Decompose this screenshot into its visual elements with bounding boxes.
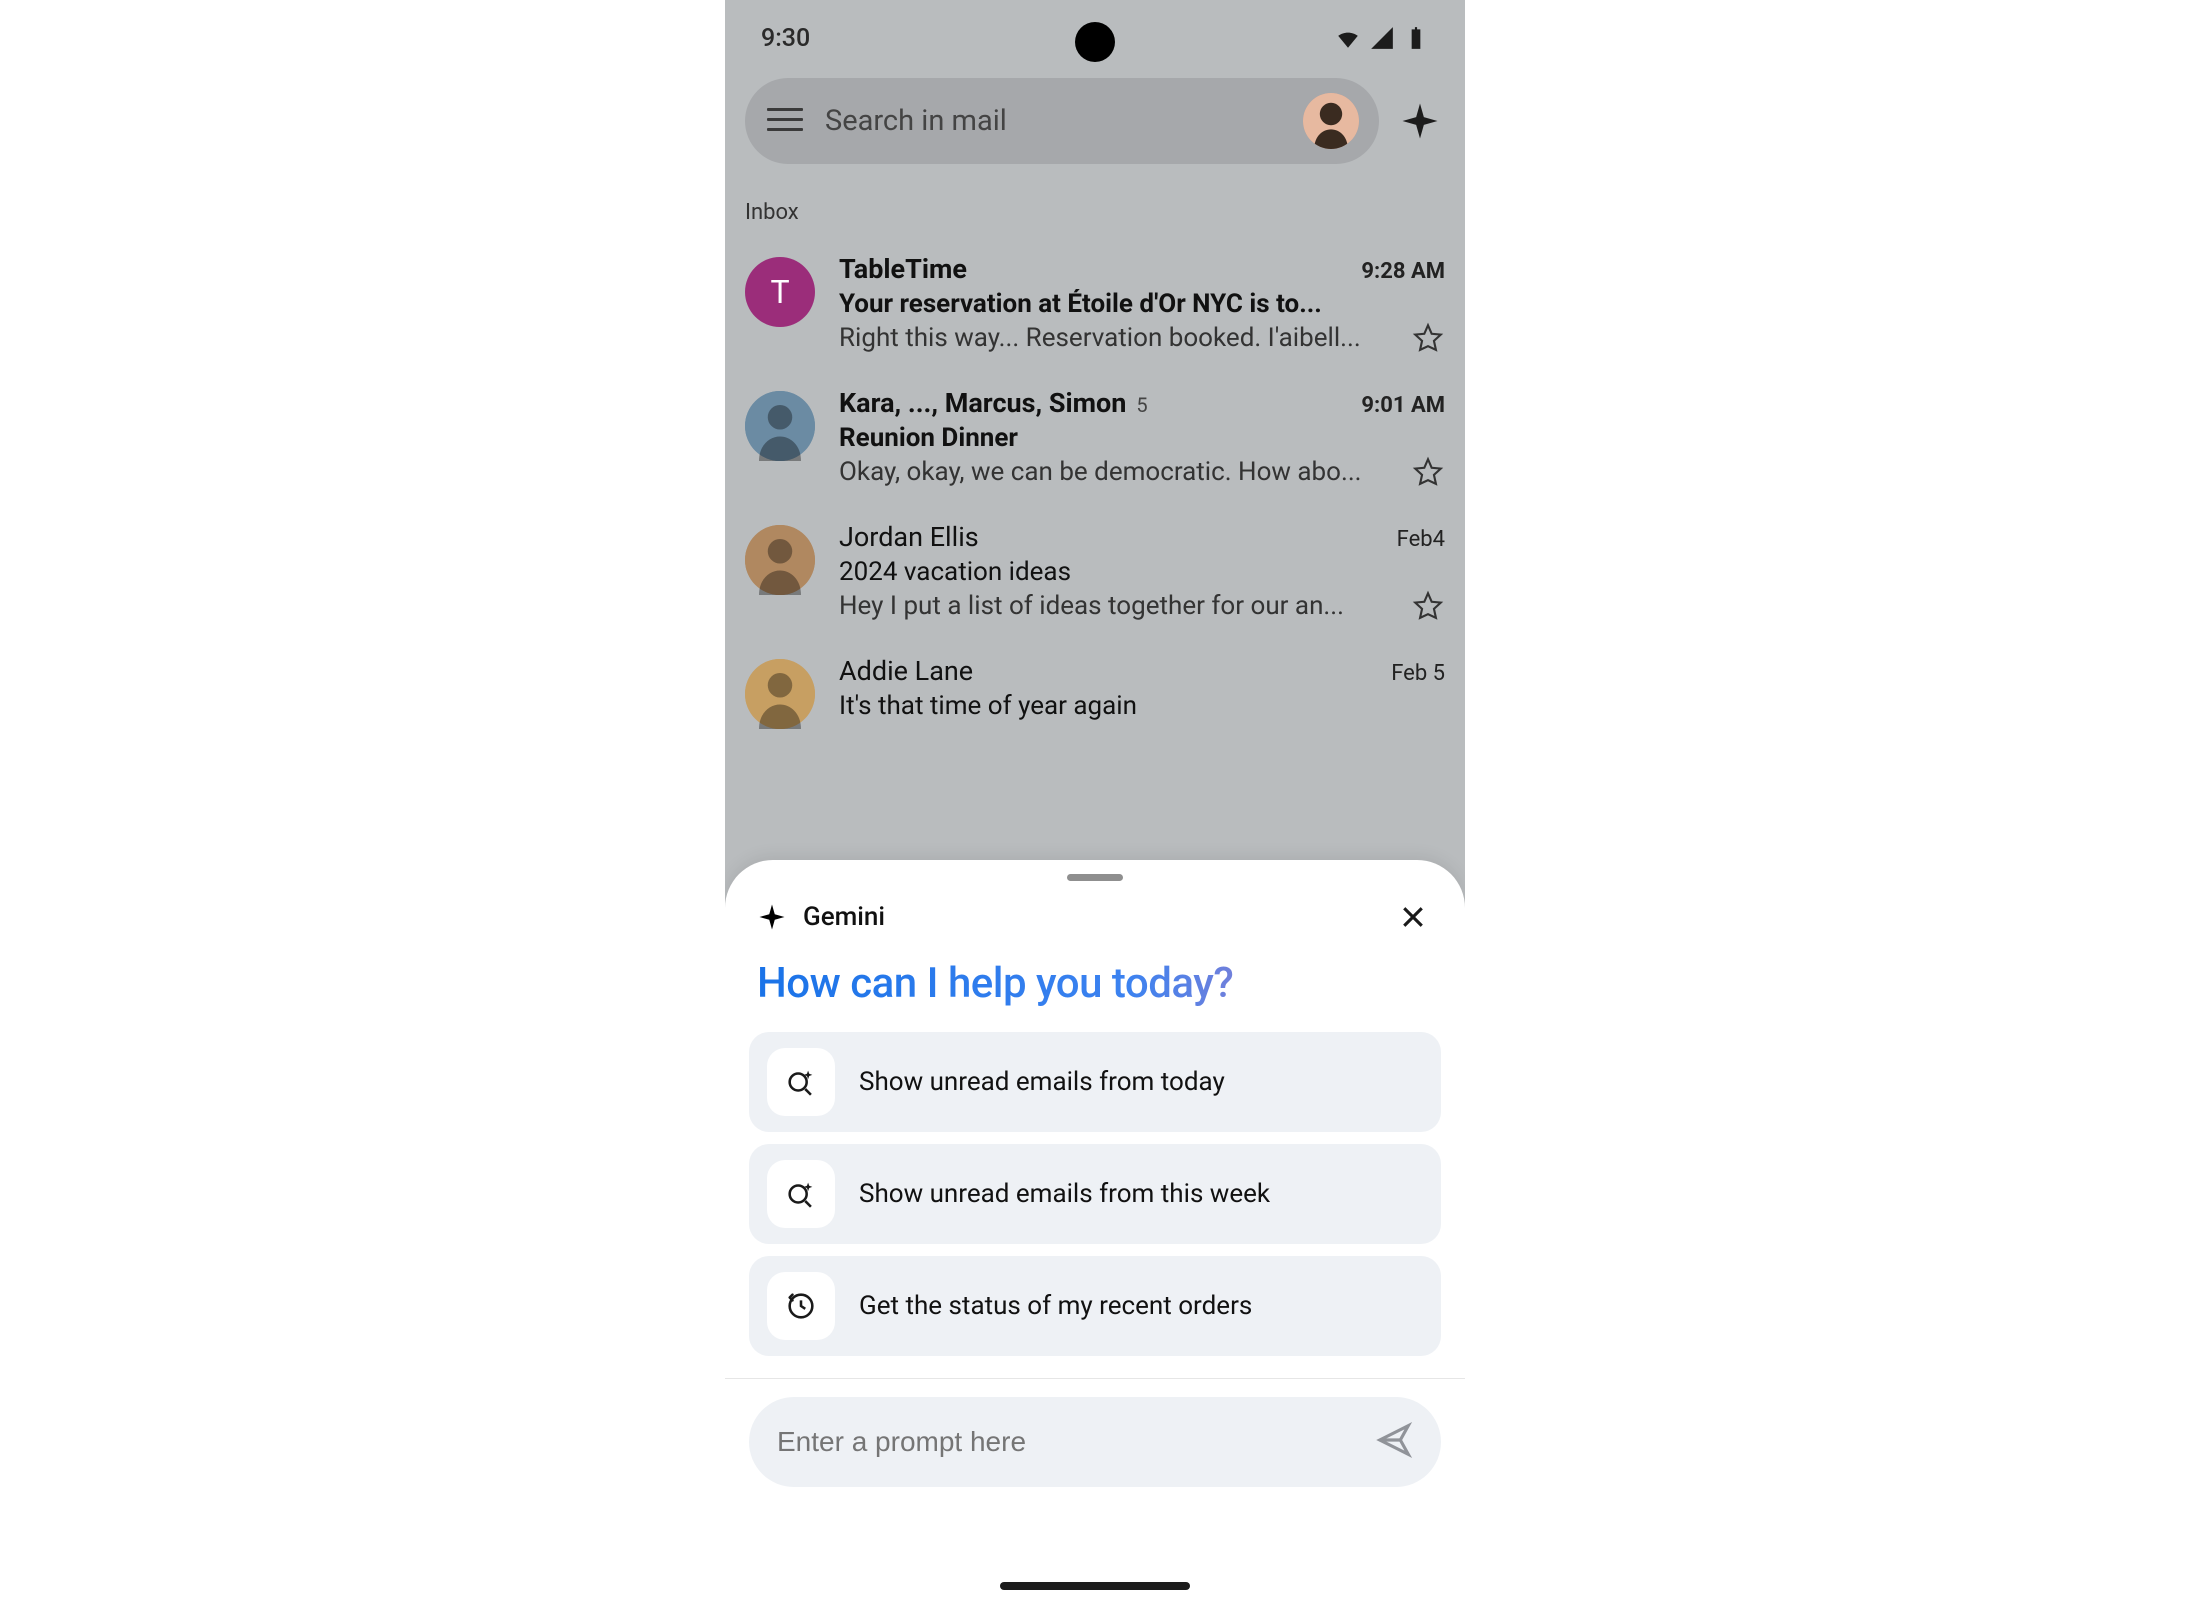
email-subject: It's that time of year again bbox=[839, 691, 1445, 721]
email-row[interactable]: Kara, ..., Marcus, Simon5 9:01 AM Reunion … bbox=[725, 371, 1465, 505]
search-row: Search in mail bbox=[725, 62, 1465, 178]
star-button[interactable] bbox=[1411, 321, 1445, 355]
camera-punchhole bbox=[1075, 22, 1115, 62]
suggestion-row[interactable]: Get the status of my recent orders bbox=[749, 1256, 1441, 1356]
star-icon bbox=[1411, 455, 1445, 489]
sheet-title: How can I help you today? bbox=[757, 959, 1433, 1008]
email-time: 9:01 AM bbox=[1361, 393, 1445, 418]
star-icon bbox=[1411, 321, 1445, 355]
gemini-sparkle-button[interactable] bbox=[1395, 96, 1445, 146]
close-button[interactable] bbox=[1393, 897, 1433, 937]
email-time: Feb4 bbox=[1397, 527, 1445, 552]
email-sender: Jordan Ellis bbox=[839, 521, 979, 553]
sender-avatar[interactable] bbox=[745, 525, 815, 595]
prompt-input-row[interactable] bbox=[749, 1397, 1441, 1487]
email-subject: 2024 vacation ideas bbox=[839, 557, 1445, 587]
suggestion-list: Show unread emails from today Show unread… bbox=[749, 1032, 1441, 1356]
email-time: 9:28 AM bbox=[1361, 259, 1445, 284]
status-time: 9:30 bbox=[761, 24, 810, 53]
wifi-icon bbox=[1335, 25, 1361, 51]
sender-avatar[interactable] bbox=[745, 391, 815, 461]
email-sender: Addie Lane bbox=[839, 655, 973, 687]
section-label: Inbox bbox=[725, 178, 1465, 237]
suggestion-row[interactable]: Show unread emails from today bbox=[749, 1032, 1441, 1132]
divider bbox=[725, 1378, 1465, 1379]
search-placeholder: Search in mail bbox=[825, 104, 1283, 138]
sender-avatar[interactable] bbox=[745, 659, 815, 729]
email-time: Feb 5 bbox=[1391, 661, 1445, 686]
close-icon bbox=[1398, 902, 1428, 932]
suggestion-row[interactable]: Show unread emails from this week bbox=[749, 1144, 1441, 1244]
account-avatar[interactable] bbox=[1303, 93, 1359, 149]
email-sender: TableTime bbox=[839, 253, 967, 285]
cell-signal-icon bbox=[1369, 25, 1395, 51]
star-icon bbox=[1411, 589, 1445, 623]
gemini-bottom-sheet: Gemini How can I help you today? Show un… bbox=[725, 860, 1465, 1600]
email-subject: Reunion Dinner bbox=[839, 423, 1445, 453]
search-bar[interactable]: Search in mail bbox=[745, 78, 1379, 164]
email-row[interactable]: Addie Lane Feb 5 It's that time of year ag… bbox=[725, 639, 1465, 745]
suggestion-label: Show unread emails from today bbox=[859, 1067, 1225, 1097]
suggestion-label: Get the status of my recent orders bbox=[859, 1291, 1252, 1321]
phone-frame: 9:30 Search in mail Inbox TTableT bbox=[725, 0, 1465, 1600]
suggestion-label: Show unread emails from this week bbox=[859, 1179, 1270, 1209]
email-snippet: Right this way... Reservation booked. I'… bbox=[839, 323, 1399, 353]
status-right bbox=[1335, 25, 1429, 51]
send-button[interactable] bbox=[1375, 1421, 1413, 1463]
clock-refresh-icon bbox=[767, 1272, 835, 1340]
email-row[interactable]: Jordan Ellis Feb4 2024 vacation ideas Hey I… bbox=[725, 505, 1465, 639]
email-list: T TableTime 9:28 AM Your reservation at Éto… bbox=[725, 237, 1465, 745]
star-button[interactable] bbox=[1411, 455, 1445, 489]
search-sparkle-icon bbox=[767, 1048, 835, 1116]
sparkle-icon bbox=[757, 902, 787, 932]
email-sender: Kara, ..., Marcus, Simon5 bbox=[839, 387, 1148, 419]
sheet-header: Gemini bbox=[749, 897, 1441, 937]
sender-avatar[interactable]: T bbox=[745, 257, 815, 327]
send-icon bbox=[1375, 1421, 1413, 1459]
star-button[interactable] bbox=[1411, 589, 1445, 623]
hamburger-menu-icon[interactable] bbox=[765, 101, 805, 141]
prompt-input[interactable] bbox=[777, 1426, 1355, 1458]
email-snippet: Hey I put a list of ideas together for o… bbox=[839, 591, 1399, 621]
email-subject: Your reservation at Étoile d'Or NYC is t… bbox=[839, 289, 1445, 319]
sheet-brand-label: Gemini bbox=[803, 902, 885, 932]
thread-count: 5 bbox=[1136, 393, 1147, 417]
status-bar: 9:30 bbox=[725, 0, 1465, 62]
battery-icon bbox=[1403, 25, 1429, 51]
email-row[interactable]: T TableTime 9:28 AM Your reservation at Éto… bbox=[725, 237, 1465, 371]
email-snippet: Okay, okay, we can be democratic. How ab… bbox=[839, 457, 1399, 487]
sheet-drag-handle[interactable] bbox=[1067, 874, 1123, 881]
nav-gesture-bar[interactable] bbox=[1000, 1582, 1190, 1590]
search-sparkle-icon bbox=[767, 1160, 835, 1228]
